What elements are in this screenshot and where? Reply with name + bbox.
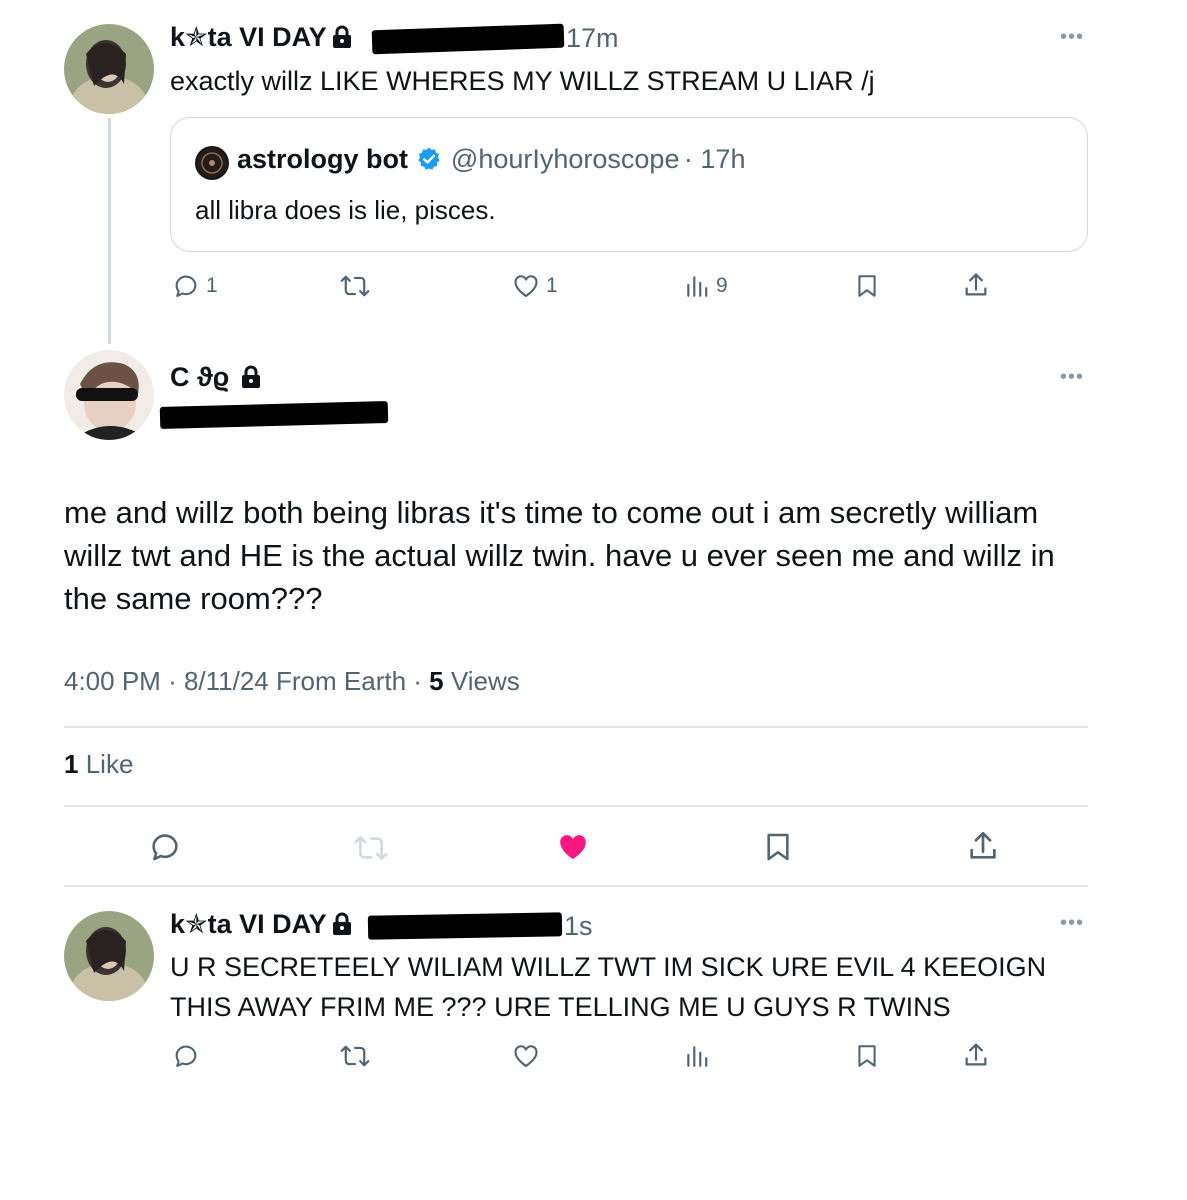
bookmark-button[interactable] xyxy=(762,830,794,864)
reply-icon xyxy=(175,275,197,297)
quote-time: 17h xyxy=(700,144,746,174)
tweet-text-line: willz twt and HE is the actual willz twi… xyxy=(64,538,1055,573)
avatar[interactable] xyxy=(64,24,154,114)
quote-avatar xyxy=(195,146,229,180)
share-icon xyxy=(965,273,987,296)
tweet-text-line: THIS AWAY FRIM ME ??? URE TELLING ME U G… xyxy=(170,992,951,1022)
views-icon xyxy=(687,276,708,297)
bookmark-button[interactable] xyxy=(854,272,880,300)
more-icon[interactable]: ••• xyxy=(1060,912,1084,935)
reply-button[interactable] xyxy=(148,830,182,864)
share-button[interactable] xyxy=(962,270,990,300)
divider xyxy=(64,805,1088,807)
quote-tweet[interactable]: astrology bot @hourIyhoroscope · 17h all… xyxy=(170,117,1088,252)
reply-count: 1 xyxy=(206,274,218,297)
avatar[interactable] xyxy=(64,350,154,440)
lock-icon xyxy=(240,365,262,394)
retweet-icon xyxy=(354,836,388,860)
quote-display-name: astrology bot xyxy=(237,144,409,174)
retweet-button[interactable] xyxy=(340,272,370,300)
like-button[interactable] xyxy=(556,830,590,864)
redacted-handle xyxy=(371,23,565,55)
quote-text: all libra does is lie, pisces. xyxy=(195,195,496,225)
more-icon[interactable]: ••• xyxy=(1060,26,1084,49)
lock-icon xyxy=(331,912,353,941)
share-icon xyxy=(970,831,996,859)
views-button[interactable]: 9 xyxy=(684,272,728,300)
reply-button[interactable] xyxy=(172,1042,200,1070)
tweet-time[interactable]: 1s xyxy=(564,911,593,942)
views-button[interactable] xyxy=(684,1042,710,1070)
views-icon xyxy=(687,1046,708,1067)
likes-count: 1 xyxy=(64,749,79,779)
bookmark-icon xyxy=(858,1045,876,1067)
bookmark-button[interactable] xyxy=(854,1042,880,1070)
lock-icon xyxy=(331,25,353,54)
tweet-time[interactable]: 17m xyxy=(566,23,619,54)
views-count: 5 xyxy=(429,666,444,696)
verified-icon xyxy=(416,146,442,177)
more-icon[interactable]: ••• xyxy=(1060,366,1084,389)
tweet-meta: 4:00 PM · 8/11/24 From Earth · 5 Views xyxy=(64,666,520,696)
display-name[interactable]: k✯ta VI DAY xyxy=(170,22,327,52)
tweet-header: k✯ta VI DAY xyxy=(170,909,353,941)
like-button[interactable]: 1 xyxy=(512,272,558,300)
likes-summary[interactable]: 1 Like xyxy=(64,749,133,780)
like-button[interactable] xyxy=(512,1042,540,1070)
share-button[interactable] xyxy=(966,828,1000,864)
retweet-icon xyxy=(340,275,370,297)
quote-header: astrology bot @hourIyhoroscope · 17h xyxy=(237,144,745,177)
tweet-text-line: the same room??? xyxy=(64,581,323,616)
quote-handle: @hourIyhoroscope xyxy=(450,144,680,174)
reply-icon xyxy=(175,1045,197,1067)
share-icon xyxy=(965,1043,987,1066)
like-count: 1 xyxy=(546,274,558,297)
heart-icon xyxy=(514,275,538,297)
tweet-text-line: me and willz both being libras it's time… xyxy=(64,495,1039,530)
heart-icon xyxy=(514,1045,538,1067)
view-count: 9 xyxy=(716,274,728,297)
tweet-header: C ϑϱ xyxy=(170,362,262,394)
views-label: Views xyxy=(450,666,520,696)
retweet-icon xyxy=(340,1045,370,1067)
redacted-handle xyxy=(367,912,563,940)
post-date[interactable]: 8/11/24 xyxy=(184,666,269,696)
reply-icon xyxy=(152,834,178,861)
tweet-header: k✯ta VI DAY xyxy=(170,22,353,54)
likes-label: Like xyxy=(85,749,134,779)
heart-icon xyxy=(560,835,586,860)
retweet-button[interactable] xyxy=(352,832,390,864)
divider xyxy=(64,885,1088,887)
redacted-handle xyxy=(159,401,389,429)
bookmark-icon xyxy=(767,833,789,861)
post-source: From Earth xyxy=(276,666,407,696)
display-name[interactable]: k✯ta VI DAY xyxy=(170,909,327,939)
display-name[interactable]: C ϑϱ xyxy=(170,362,229,392)
bookmark-icon xyxy=(858,275,876,297)
share-button[interactable] xyxy=(962,1040,990,1070)
avatar[interactable] xyxy=(64,911,154,1001)
thread-line xyxy=(108,118,111,344)
tweet-text: exactly willz LIKE WHERES MY WILLZ STREA… xyxy=(170,66,875,96)
reply-button[interactable]: 1 xyxy=(172,272,218,300)
tweet-text-line: U R SECRETEELY WILIAM WILLZ TWT IM SICK … xyxy=(170,952,1047,982)
post-time[interactable]: 4:00 PM xyxy=(64,666,161,696)
retweet-button[interactable] xyxy=(340,1042,370,1070)
divider xyxy=(64,726,1088,728)
